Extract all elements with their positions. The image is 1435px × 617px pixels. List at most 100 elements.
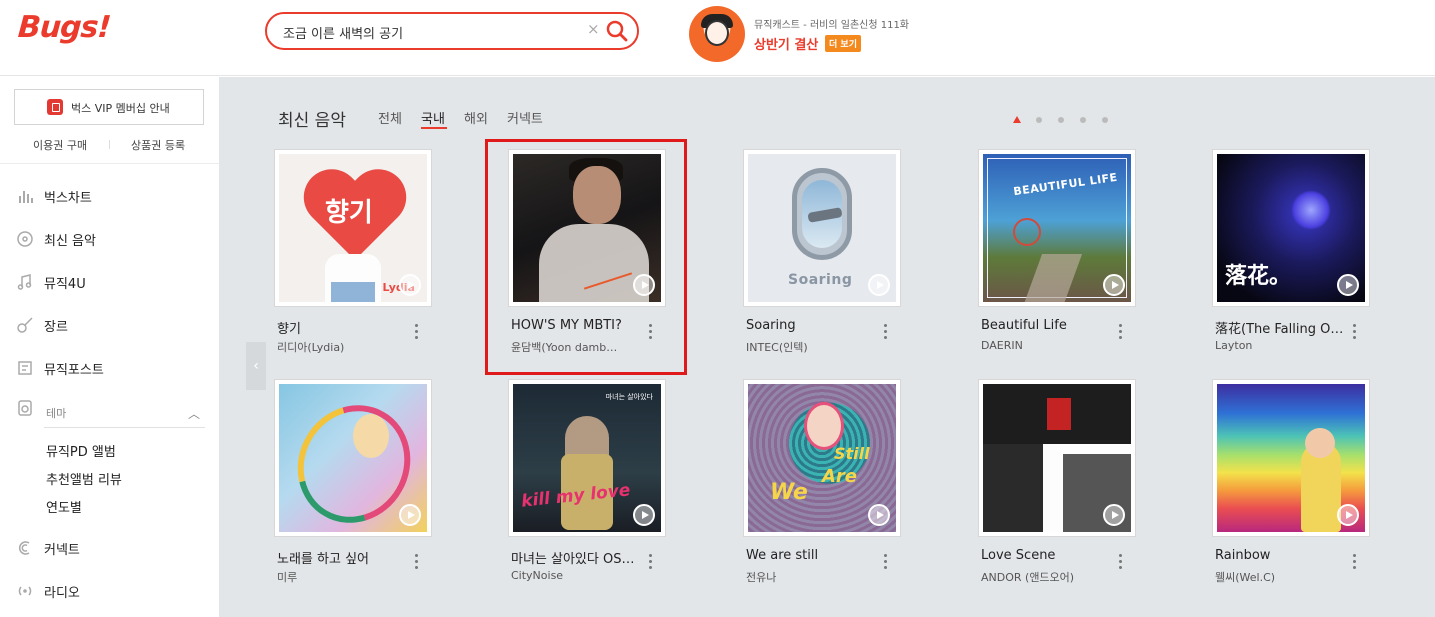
- prev-arrow-icon[interactable]: ‹: [246, 342, 266, 390]
- sidebar-item-radio[interactable]: 라디오: [0, 576, 219, 606]
- more-options-icon[interactable]: [1353, 554, 1357, 572]
- tab-overseas[interactable]: 해외: [464, 108, 488, 127]
- album-cover[interactable]: Soaring: [744, 150, 900, 306]
- play-icon[interactable]: [1103, 274, 1125, 296]
- album-cover[interactable]: 마녀는 살아있다 kill my love: [509, 380, 665, 536]
- sidebar-item-new-music[interactable]: 최신 음악: [0, 224, 219, 254]
- music-note-icon: [16, 273, 34, 291]
- album-cover[interactable]: [275, 380, 431, 536]
- promo-subtitle[interactable]: 뮤직캐스트 - 러비의 일촌신청 111화: [754, 16, 909, 31]
- album-artist[interactable]: 웰씨(Wel.C): [1215, 569, 1345, 585]
- more-options-icon[interactable]: [1119, 554, 1123, 572]
- album-title[interactable]: Beautiful Life: [981, 318, 1111, 333]
- pager-dot-3[interactable]: [1058, 117, 1064, 123]
- search-icon[interactable]: [604, 18, 630, 44]
- album-artist[interactable]: ANDOR (앤드오어): [981, 569, 1111, 585]
- promo-avatar[interactable]: [689, 6, 745, 62]
- sidebar-item-label: 벅스차트: [44, 191, 92, 206]
- pager-dot-2[interactable]: [1036, 117, 1042, 123]
- album-title[interactable]: 노래를 하고 싶어: [277, 548, 407, 567]
- buy-pass-link[interactable]: 이용권 구매: [33, 137, 87, 153]
- theme-item-pd-album[interactable]: 뮤직PD 앨범: [46, 441, 116, 460]
- divider: [0, 163, 219, 164]
- play-icon[interactable]: [633, 504, 655, 526]
- sidebar-item-chart[interactable]: 벅스차트: [0, 181, 219, 211]
- sidebar-item-label: 라디오: [44, 586, 80, 601]
- highlight-box: [485, 139, 687, 375]
- cover-art: [279, 384, 427, 532]
- more-options-icon[interactable]: [649, 554, 653, 572]
- promo-more-badge[interactable]: 더 보기: [825, 35, 861, 52]
- cover-text: Are: [822, 466, 858, 487]
- album-title[interactable]: 향기: [277, 318, 407, 337]
- play-icon[interactable]: [868, 274, 890, 296]
- sidebar-item-connect[interactable]: 커넥트: [0, 533, 219, 563]
- sidebar-item-music4u[interactable]: 뮤직4U: [0, 267, 219, 297]
- album-title[interactable]: Rainbow: [1215, 548, 1345, 563]
- cover-art: [1217, 384, 1365, 532]
- album-cover[interactable]: [1213, 380, 1369, 536]
- album-cover[interactable]: [979, 380, 1135, 536]
- album-cover[interactable]: Still Are We: [744, 380, 900, 536]
- album-artist[interactable]: 미루: [277, 569, 407, 585]
- chevron-up-icon[interactable]: ︿: [188, 405, 200, 422]
- tab-domestic[interactable]: 국내: [421, 108, 445, 127]
- album-artist[interactable]: 전유나: [746, 569, 876, 585]
- tab-all[interactable]: 전체: [378, 108, 402, 127]
- more-options-icon[interactable]: [1353, 324, 1357, 342]
- section-title: 최신 음악: [278, 111, 346, 131]
- radio-icon: [16, 582, 34, 600]
- theme-label[interactable]: 테마: [46, 405, 66, 421]
- divider: [44, 427, 205, 428]
- album-artist[interactable]: 리디아(Lydia): [277, 339, 407, 355]
- album-artist[interactable]: INTEC(인텍): [746, 339, 876, 355]
- theme-item-review[interactable]: 추천앨범 리뷰: [46, 469, 122, 488]
- play-icon[interactable]: [868, 504, 890, 526]
- album-artist[interactable]: CityNoise: [511, 569, 641, 582]
- clear-search-icon[interactable]: ×: [587, 20, 600, 38]
- cover-text: Soaring: [788, 272, 853, 288]
- pager-dot-1[interactable]: [1013, 116, 1021, 123]
- promo-title[interactable]: 상반기 결산: [754, 34, 818, 53]
- pager-dot-4[interactable]: [1080, 117, 1086, 123]
- more-options-icon[interactable]: [415, 324, 419, 342]
- more-options-icon[interactable]: [1119, 324, 1123, 342]
- sidebar-item-theme[interactable]: [0, 397, 219, 419]
- cover-text: Still: [834, 444, 870, 463]
- play-icon[interactable]: [1337, 274, 1359, 296]
- album-artist[interactable]: Layton: [1215, 339, 1345, 352]
- album-title[interactable]: We are still: [746, 548, 876, 563]
- album-cover[interactable]: 落花。: [1213, 150, 1369, 306]
- sidebar-item-music-post[interactable]: 뮤직포스트: [0, 353, 219, 383]
- play-icon[interactable]: [399, 504, 421, 526]
- album-cover[interactable]: 향기 Lydia: [275, 150, 431, 306]
- cover-art: 향기 Lydia: [279, 154, 427, 302]
- search-input[interactable]: [283, 21, 583, 43]
- search-box: ×: [265, 12, 639, 50]
- vip-membership-button[interactable]: 벅스 VIP 멤버십 안내: [14, 89, 204, 125]
- album-title[interactable]: Soaring: [746, 318, 876, 333]
- more-options-icon[interactable]: [884, 324, 888, 342]
- bugs-logo[interactable]: Bugs!: [17, 10, 112, 45]
- more-options-icon[interactable]: [884, 554, 888, 572]
- play-icon[interactable]: [1337, 504, 1359, 526]
- theme-item-year[interactable]: 연도별: [46, 497, 82, 516]
- cover-text: 마녀는 살아있다: [605, 393, 653, 401]
- album-title[interactable]: Love Scene: [981, 548, 1111, 563]
- album-title[interactable]: 落花(The Falling Of …: [1215, 318, 1345, 337]
- cover-art: BEAUTIFUL LIFE: [983, 154, 1131, 302]
- more-options-icon[interactable]: [415, 554, 419, 572]
- pager-dot-5[interactable]: [1102, 117, 1108, 123]
- album-title[interactable]: 마녀는 살아있다 OST …: [511, 548, 641, 567]
- album-artist[interactable]: DAERIN: [981, 339, 1111, 352]
- cover-art: 落花。: [1217, 154, 1365, 302]
- play-icon[interactable]: [1103, 504, 1125, 526]
- connect-icon: [16, 539, 34, 557]
- cover-art: Still Are We: [748, 384, 896, 532]
- tab-connect[interactable]: 커넥트: [507, 108, 543, 127]
- play-icon[interactable]: [399, 274, 421, 296]
- cover-art: Soaring: [748, 154, 896, 302]
- album-cover[interactable]: BEAUTIFUL LIFE: [979, 150, 1135, 306]
- gift-card-link[interactable]: 상품권 등록: [131, 137, 185, 153]
- sidebar-item-genre[interactable]: 장르: [0, 310, 219, 340]
